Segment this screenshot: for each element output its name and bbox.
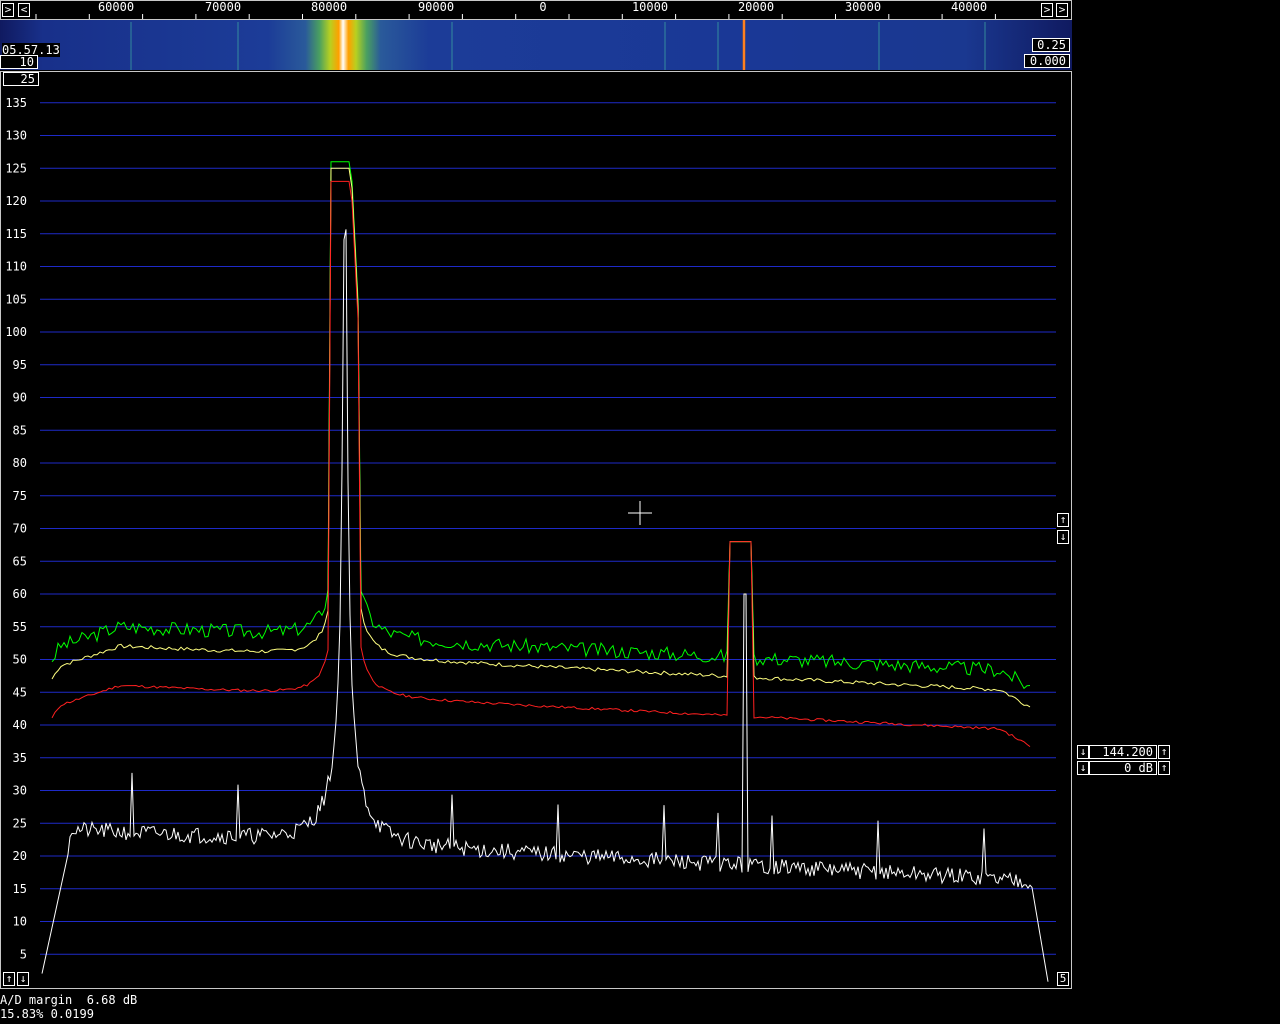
y-tick-label: 30 [13,784,27,798]
y-tick-label: 25 [13,816,27,830]
ad-margin-status: A/D margin 6.68 dB [0,993,138,1007]
trace-green [51,161,1031,690]
waterfall-avg-box[interactable]: 10 [0,55,38,69]
freq-down-button[interactable]: ↓ [1077,745,1089,759]
gain-box[interactable]: 0 dB [1089,761,1157,775]
crosshair-cursor [628,501,652,525]
gain-down-button[interactable]: ↓ [1077,761,1089,775]
y-tick-label: 90 [13,391,27,405]
y-tick-label: 100 [5,325,27,339]
y-tick-label: 55 [13,620,27,634]
y-tick-label: 75 [13,489,27,503]
cpu-status: 15.83% 0.0199 [0,1007,94,1021]
spectrum-up-button[interactable]: ↑ [3,972,15,986]
scale-up-button[interactable]: ↑ [1057,513,1069,527]
y-tick-label: 120 [5,194,27,208]
y-tick-label: 65 [13,554,27,568]
y-tick-label: 10 [13,915,27,929]
y-tick-label: 135 [5,96,27,110]
waterfall-zero-box[interactable]: 0.000 [1024,54,1070,68]
y-tick-label: 15 [13,882,27,896]
frequency-box[interactable]: 144.200 [1089,745,1157,759]
y-tick-label: 95 [13,358,27,372]
scale-down-button[interactable]: ↓ [1057,530,1069,544]
y-tick-label: 60 [13,587,27,601]
waterfall-lines [130,20,986,70]
y-tick-label: 125 [5,161,27,175]
trace-yellow [51,167,1031,708]
y-tick-label: 35 [13,751,27,765]
spectrum-graph[interactable]: 1351301251201151101051009590858075706560… [0,71,1072,989]
spectrum-down-button[interactable]: ↓ [17,972,29,986]
trace-white [41,229,1049,982]
frequency-ticks [35,14,996,19]
y-tick-label: 45 [13,685,27,699]
y-tick-label: 85 [13,423,27,437]
y-tick-label: 20 [13,849,27,863]
y-tick-label: 50 [13,653,27,667]
y-tick-label: 70 [13,522,27,536]
waterfall-gain-box[interactable]: 0.25 [1032,38,1070,52]
freq-up-button[interactable]: ↑ [1158,745,1170,759]
y-tick-label: 115 [5,227,27,241]
y-tick-label: 110 [5,260,27,274]
y-tick-label: 40 [13,718,27,732]
y-tick-label: 130 [5,129,27,143]
spectrum-bottom-box[interactable]: 5 [1057,972,1069,986]
y-tick-label: 5 [20,947,27,961]
gain-up-button[interactable]: ↑ [1158,761,1170,775]
y-tick-label: 80 [13,456,27,470]
y-tick-label: 105 [5,292,27,306]
